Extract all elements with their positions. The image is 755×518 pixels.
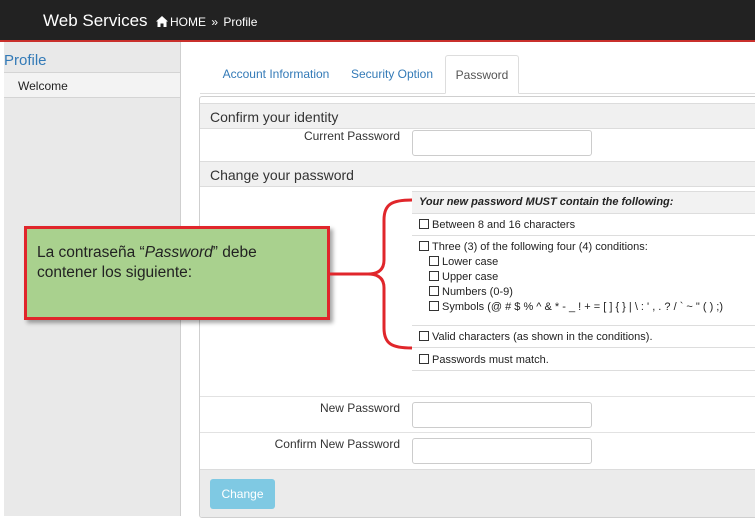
sidebar-item-welcome[interactable]: Welcome	[4, 72, 180, 98]
divider	[200, 396, 755, 397]
form-footer: Change	[200, 469, 755, 517]
requirement-three-line: Three (3) of the following four (4) cond…	[419, 241, 648, 253]
checkbox-icon	[419, 331, 429, 341]
new-password-label: New Password	[319, 401, 400, 415]
confirm-password-label: Confirm New Password	[274, 437, 400, 451]
breadcrumb: HOME » Profile	[156, 15, 257, 29]
tab-security-option[interactable]: Security Option	[344, 55, 440, 93]
requirements-header: Your new password MUST contain the follo…	[412, 191, 755, 213]
checkbox-icon	[419, 354, 429, 364]
checkbox-icon	[429, 256, 439, 266]
brand-title[interactable]: Web Services	[43, 11, 148, 31]
condition-upper-text: Upper case	[442, 271, 499, 283]
annotation-text-before: La contraseña “	[37, 244, 145, 261]
new-password-input[interactable]	[412, 402, 592, 428]
requirement-valid-text: Valid characters (as shown in the condit…	[432, 331, 653, 343]
checkbox-icon	[419, 219, 429, 229]
condition-symbols-text: Symbols (@ # $ % ^ & * - _ ! + = [ ] { }…	[442, 301, 724, 313]
requirements-heading: Your new password MUST contain the follo…	[419, 196, 674, 208]
change-button[interactable]: Change	[210, 479, 275, 509]
condition-lower: Lower case	[429, 256, 498, 268]
requirement-match: Passwords must match.	[412, 347, 755, 371]
current-password-input[interactable]	[412, 130, 592, 156]
requirement-length: Between 8 and 16 characters	[412, 213, 755, 235]
annotation-text-italic: Password	[144, 244, 213, 261]
requirement-three-of-four: Three (3) of the following four (4) cond…	[412, 235, 755, 325]
requirement-valid-chars: Valid characters (as shown in the condit…	[412, 325, 755, 347]
sidebar-title[interactable]: Profile	[4, 52, 47, 69]
identity-heading: Confirm your identity	[210, 109, 339, 125]
divider	[200, 432, 755, 433]
condition-symbols: Symbols (@ # $ % ^ & * - _ ! + = [ ] { }…	[429, 301, 723, 313]
requirement-match-text: Passwords must match.	[432, 354, 549, 366]
checkbox-icon	[429, 286, 439, 296]
condition-numbers-text: Numbers (0-9)	[442, 286, 513, 298]
current-password-label: Current Password	[303, 129, 400, 143]
condition-lower-text: Lower case	[442, 256, 499, 268]
breadcrumb-home[interactable]: HOME	[170, 15, 206, 29]
checkbox-icon	[429, 271, 439, 281]
tab-password[interactable]: Password	[445, 55, 519, 94]
requirement-length-text: Between 8 and 16 characters	[432, 219, 576, 231]
annotation-brace-icon	[330, 198, 413, 350]
identity-section-header: Confirm your identity	[200, 103, 755, 129]
change-heading: Change your password	[210, 167, 354, 183]
checkbox-icon	[419, 241, 429, 251]
confirm-password-input[interactable]	[412, 438, 592, 464]
breadcrumb-current: Profile	[223, 15, 258, 29]
condition-numbers: Numbers (0-9)	[429, 286, 513, 298]
profile-tabs: Account Information Security Option Pass…	[200, 55, 755, 94]
home-icon	[156, 16, 168, 27]
change-section-header: Change your password	[200, 161, 755, 187]
top-navbar: Web Services HOME » Profile	[0, 0, 755, 42]
condition-upper: Upper case	[429, 271, 498, 283]
tab-account-information[interactable]: Account Information	[208, 55, 344, 93]
requirement-three-text: Three (3) of the following four (4) cond…	[432, 241, 648, 253]
checkbox-icon	[429, 301, 439, 311]
annotation-callout: La contraseña “Password” debe contener l…	[24, 226, 330, 320]
breadcrumb-separator: »	[211, 15, 219, 29]
sidebar-item-label: Welcome	[18, 79, 68, 93]
